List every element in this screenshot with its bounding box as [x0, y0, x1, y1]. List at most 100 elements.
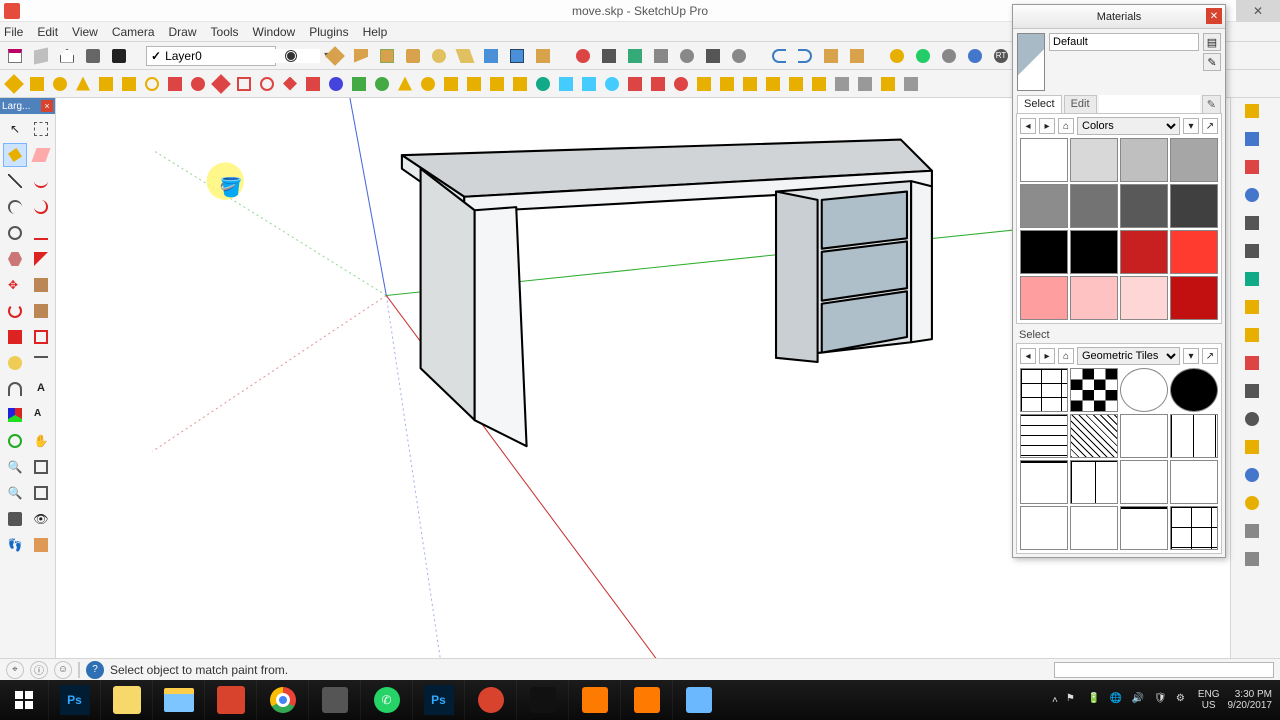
text-tool[interactable]: A: [29, 377, 53, 401]
taskbar-explorer-icon[interactable]: [152, 680, 204, 720]
tb2-icon[interactable]: [188, 74, 208, 94]
tb2-icon[interactable]: [717, 74, 737, 94]
toolbar1-icon[interactable]: RT: [990, 45, 1012, 67]
toolbar1-icon[interactable]: [938, 45, 960, 67]
toolbar1-icon[interactable]: [480, 45, 502, 67]
tb2-icon[interactable]: [418, 74, 438, 94]
toolbar1-icon[interactable]: [376, 45, 398, 67]
tile-swatch[interactable]: [1070, 506, 1118, 550]
status-geo-icon[interactable]: ⌖: [6, 661, 24, 679]
arc-tool[interactable]: [3, 195, 27, 219]
nav-fwd-icon[interactable]: ▸: [1039, 118, 1055, 134]
material-create-icon[interactable]: ✎: [1203, 53, 1221, 71]
tray-icon[interactable]: [1245, 244, 1267, 266]
tb2-icon[interactable]: [96, 74, 116, 94]
arc2-tool[interactable]: [29, 195, 53, 219]
pie-tool[interactable]: [29, 247, 53, 271]
toolbar1-icon[interactable]: [506, 45, 528, 67]
tb2-icon[interactable]: [855, 74, 875, 94]
home-icon[interactable]: [56, 45, 78, 67]
tray-icon[interactable]: [1245, 412, 1267, 434]
status-credits-icon[interactable]: ⓘ: [30, 661, 48, 679]
tray-icon[interactable]: [1245, 384, 1267, 406]
materials-panel[interactable]: Materials ✕ ▤ ✎ Select Edit ✎ ◂ ▸ ⌂ Colo…: [1012, 4, 1226, 558]
layers-icon[interactable]: [280, 45, 302, 67]
nav-back-icon[interactable]: ◂: [1020, 348, 1036, 364]
taskbar-app-icon[interactable]: [464, 680, 516, 720]
zoom-window-tool[interactable]: 🔍: [3, 481, 27, 505]
tray-icon[interactable]: [1245, 104, 1267, 126]
tile-swatch[interactable]: [1070, 368, 1118, 412]
tb2-icon[interactable]: [142, 74, 162, 94]
color-swatch[interactable]: [1120, 138, 1168, 182]
taskbar-app-icon[interactable]: [620, 680, 672, 720]
tray-icon[interactable]: [1245, 440, 1267, 462]
toolbar1-icon[interactable]: [624, 45, 646, 67]
walk-tool[interactable]: 👣: [3, 533, 27, 557]
start-button[interactable]: [0, 680, 48, 720]
tile-swatch[interactable]: [1020, 506, 1068, 550]
current-material-swatch[interactable]: [1017, 33, 1045, 91]
tray-icon[interactable]: [1245, 300, 1267, 322]
followme-tool[interactable]: [29, 299, 53, 323]
taskbar-notes-icon[interactable]: [100, 680, 152, 720]
tray-icon[interactable]: [1245, 188, 1267, 210]
freehand-tool[interactable]: [29, 169, 53, 193]
tray-icon[interactable]: [1245, 272, 1267, 294]
status-user-icon[interactable]: ☺: [54, 661, 72, 679]
nav-home-icon[interactable]: ⌂: [1058, 348, 1074, 364]
redo-icon[interactable]: [794, 45, 816, 67]
tb2-icon[interactable]: [533, 74, 553, 94]
scale-tool[interactable]: [3, 325, 27, 349]
color-swatch[interactable]: [1070, 138, 1118, 182]
tray-volume-icon[interactable]: 🔊: [1132, 693, 1146, 707]
tb2-icon[interactable]: [671, 74, 691, 94]
menu-file[interactable]: File: [4, 25, 23, 39]
color-swatch[interactable]: [1070, 230, 1118, 274]
tb2-icon[interactable]: [487, 74, 507, 94]
cube-icon[interactable]: [30, 45, 52, 67]
tape-tool[interactable]: [3, 351, 27, 375]
pan-tool[interactable]: ✋: [29, 429, 53, 453]
color-swatch[interactable]: [1170, 138, 1218, 182]
tile-swatch[interactable]: [1020, 414, 1068, 458]
library-menu-icon[interactable]: ▾: [1183, 348, 1199, 364]
materials-tab-edit[interactable]: Edit: [1064, 95, 1097, 113]
taskbar-photoshop-icon[interactable]: Ps: [48, 680, 100, 720]
previous-tool[interactable]: [29, 481, 53, 505]
polygon-tool[interactable]: [3, 247, 27, 271]
menu-draw[interactable]: Draw: [169, 25, 197, 39]
tile-swatch[interactable]: [1120, 414, 1168, 458]
tile-swatch[interactable]: [1120, 368, 1168, 412]
tb2-icon[interactable]: [119, 74, 139, 94]
color-swatch[interactable]: [1020, 276, 1068, 320]
tile-swatch[interactable]: [1120, 506, 1168, 550]
tile-swatch[interactable]: [1170, 414, 1218, 458]
toolbar1-icon[interactable]: [532, 45, 554, 67]
tray-icon[interactable]: [1245, 160, 1267, 182]
tb2-icon[interactable]: [786, 74, 806, 94]
tb2-icon[interactable]: [303, 74, 323, 94]
undo-icon[interactable]: [768, 45, 790, 67]
move-tool[interactable]: ✥: [3, 273, 27, 297]
tray-icon[interactable]: 🛡: [1154, 693, 1168, 707]
tb2-icon[interactable]: [694, 74, 714, 94]
color-swatch[interactable]: [1120, 230, 1168, 274]
tb2-icon[interactable]: [441, 74, 461, 94]
menu-plugins[interactable]: Plugins: [309, 25, 348, 39]
position-camera-tool[interactable]: [3, 507, 27, 531]
paint-bucket-tool[interactable]: [3, 143, 27, 167]
toolbar1-icon[interactable]: [324, 45, 346, 67]
color-swatch[interactable]: [1020, 184, 1068, 228]
select-tool[interactable]: ↖: [3, 117, 27, 141]
color-swatch[interactable]: [1020, 138, 1068, 182]
tb2-icon[interactable]: [211, 74, 231, 94]
lasso-tool[interactable]: [29, 117, 53, 141]
tray-icon[interactable]: [1245, 496, 1267, 518]
toolbar1-icon[interactable]: [572, 45, 594, 67]
toolbar1-icon[interactable]: [350, 45, 372, 67]
tb2-icon[interactable]: [556, 74, 576, 94]
tray-icon[interactable]: [1245, 356, 1267, 378]
tb2-icon[interactable]: [602, 74, 622, 94]
toolbar1-icon[interactable]: [846, 45, 868, 67]
